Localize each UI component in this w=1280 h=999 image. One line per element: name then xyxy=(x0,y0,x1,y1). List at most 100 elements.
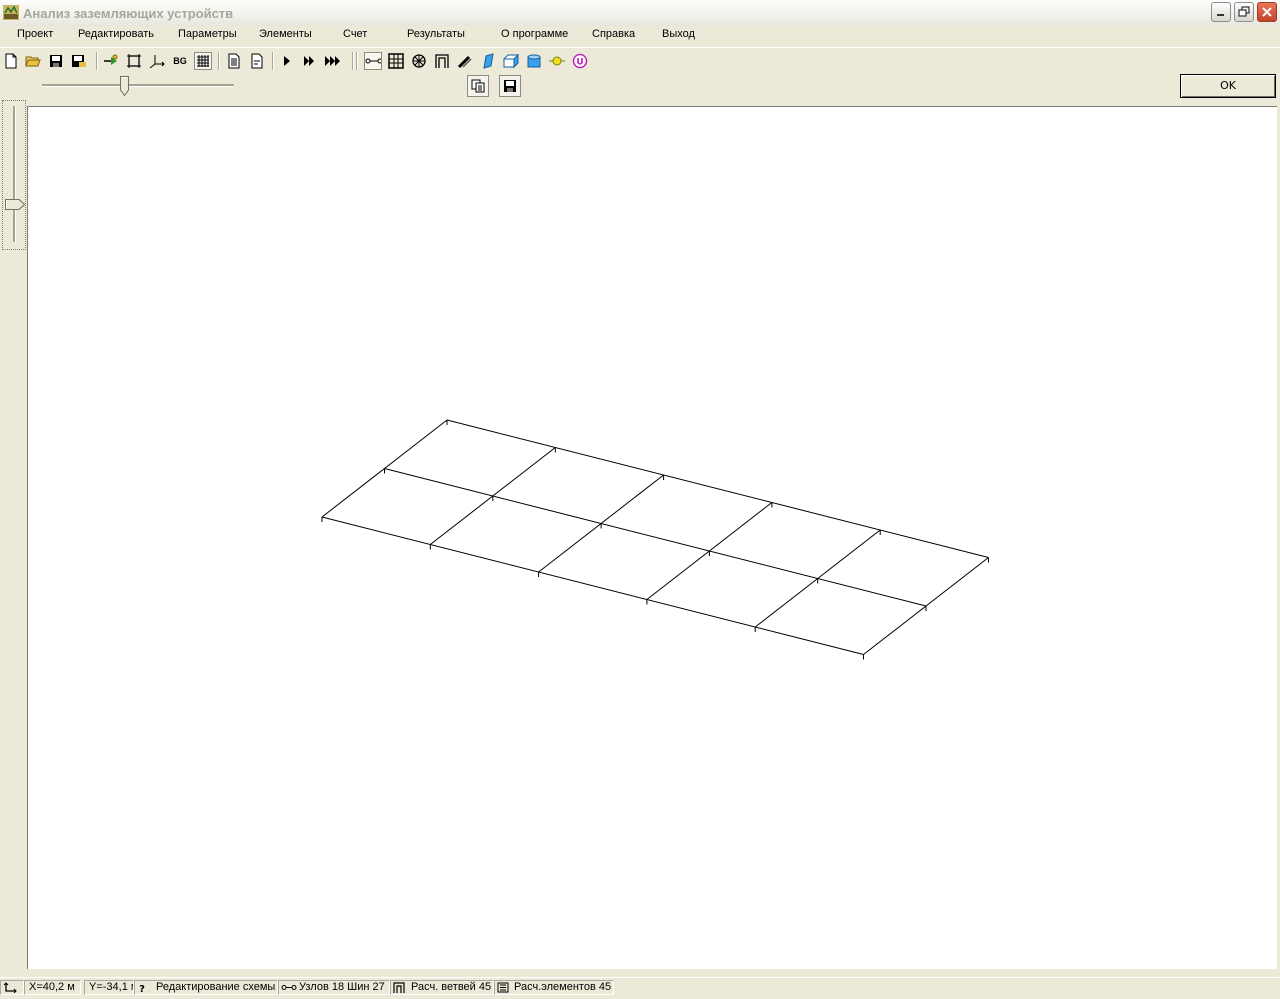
source-icon xyxy=(549,56,565,66)
status-bar: X=40,2 м Y=-34,1 м ? Редактирование схем… xyxy=(0,977,1280,999)
document-button[interactable] xyxy=(225,52,243,70)
portal-icon xyxy=(435,54,449,68)
save-button[interactable] xyxy=(47,52,65,70)
document-icon xyxy=(228,53,240,69)
menu-calculate[interactable]: Счет xyxy=(341,28,369,40)
zoom-slider-thumb[interactable] xyxy=(120,76,129,96)
open-folder-icon xyxy=(25,56,41,67)
grid-icon xyxy=(197,55,209,67)
menu-project[interactable]: Проект xyxy=(15,28,55,40)
mesh-button[interactable] xyxy=(387,52,405,70)
grid-conductor[interactable] xyxy=(384,468,927,607)
grid-conductor[interactable] xyxy=(446,419,989,558)
frame-icon xyxy=(127,54,141,68)
rod-icon xyxy=(457,55,472,69)
title-bar: Анализ заземляющих устройств xyxy=(0,0,1280,27)
view-controls-bar xyxy=(0,74,1280,102)
y-coordinate-text: Y=-34,1 м xyxy=(89,981,134,993)
node-link-button[interactable] xyxy=(364,52,382,70)
grid-button[interactable] xyxy=(194,52,212,70)
ok-button[interactable]: OK xyxy=(1180,74,1276,98)
source-button[interactable] xyxy=(548,52,566,70)
add-node-icon xyxy=(104,54,118,65)
window-title: Анализ заземляющих устройств xyxy=(23,6,234,21)
document-edit-icon xyxy=(251,53,263,69)
open-button[interactable] xyxy=(24,52,42,70)
x-coordinate-text: X=40,2 м xyxy=(29,981,75,993)
save-as-icon xyxy=(72,55,86,67)
add-node-button[interactable] xyxy=(102,52,120,70)
save-icon xyxy=(504,80,516,92)
app-icon xyxy=(3,5,19,20)
new-file-icon xyxy=(5,53,17,69)
copy-button[interactable] xyxy=(467,75,489,97)
run-fast-button[interactable] xyxy=(301,52,319,70)
menu-about[interactable]: О программе xyxy=(499,28,570,40)
toolbar-separator xyxy=(352,52,354,70)
new-file-button[interactable] xyxy=(2,52,20,70)
snowflake-button[interactable] xyxy=(410,52,428,70)
run-icon xyxy=(284,56,290,66)
voltage-button[interactable]: U xyxy=(571,52,589,70)
node-link-icon xyxy=(281,985,297,990)
rod-button[interactable] xyxy=(456,52,474,70)
frame-button[interactable] xyxy=(125,52,143,70)
document-edit-button[interactable] xyxy=(248,52,266,70)
run-all-icon xyxy=(325,56,340,66)
elements-text: Расч.элементов 45 xyxy=(514,981,612,993)
bg-button[interactable]: BG xyxy=(171,52,189,70)
run-fast-icon xyxy=(304,56,314,66)
box-button[interactable] xyxy=(502,52,520,70)
restore-button[interactable] xyxy=(1234,2,1254,22)
svg-text:?: ? xyxy=(139,984,145,993)
menu-exit[interactable]: Выход xyxy=(660,28,697,40)
status-elements: Расч.элементов 45 xyxy=(494,980,614,995)
grid-conductor[interactable] xyxy=(321,516,864,655)
portal-button[interactable] xyxy=(433,52,451,70)
status-mode: ? Редактирование схемы xyxy=(134,980,278,995)
axes-button[interactable] xyxy=(148,52,166,70)
menu-elements[interactable]: Элементы xyxy=(257,28,314,40)
axes-icon xyxy=(149,55,165,69)
status-x-coordinate: X=40,2 м xyxy=(24,980,81,995)
cylinder-icon xyxy=(527,54,541,68)
minimize-button[interactable] xyxy=(1211,2,1231,22)
voltage-icon: U xyxy=(572,53,588,69)
box-icon xyxy=(503,53,519,69)
run-button[interactable] xyxy=(278,52,296,70)
zoom-slider-track[interactable] xyxy=(42,84,234,87)
save-as-button[interactable] xyxy=(70,52,88,70)
branches-text: Расч. ветвей 45 xyxy=(411,981,492,993)
menu-edit[interactable]: Редактировать xyxy=(76,28,156,40)
copy-icon xyxy=(471,79,485,93)
status-y-coordinate: Y=-34,1 м xyxy=(84,980,134,995)
menu-results[interactable]: Результаты xyxy=(405,28,467,40)
plane-button[interactable] xyxy=(479,52,497,70)
mesh-icon xyxy=(388,53,404,69)
menu-help[interactable]: Справка xyxy=(590,28,637,40)
help-icon: ? xyxy=(139,984,145,993)
svg-text:U: U xyxy=(576,58,583,68)
plane-icon xyxy=(483,53,494,69)
portal-icon xyxy=(393,982,405,993)
rotation-slider-track[interactable] xyxy=(13,106,16,242)
save-image-button[interactable] xyxy=(499,75,521,97)
cylinder-button[interactable] xyxy=(525,52,543,70)
grounding-grid-drawing[interactable] xyxy=(28,107,1277,969)
coordinates-icon xyxy=(3,982,17,993)
menu-parameters[interactable]: Параметры xyxy=(176,28,239,40)
snowflake-icon xyxy=(412,54,426,68)
minimize-icon xyxy=(1217,14,1224,16)
nodes-text: Узлов 18 Шин 27 xyxy=(299,981,385,993)
toolbar-separator xyxy=(272,52,274,70)
status-branches: Расч. ветвей 45 xyxy=(390,980,494,995)
toolbar-separator xyxy=(218,52,220,70)
rotation-slider-thumb[interactable] xyxy=(5,199,25,210)
close-button[interactable] xyxy=(1257,2,1277,22)
node-link-icon xyxy=(365,58,381,64)
toolbar: BG U xyxy=(0,47,1280,75)
bg-icon: BG xyxy=(173,56,187,66)
drawing-canvas[interactable] xyxy=(27,106,1277,969)
run-all-button[interactable] xyxy=(324,52,342,70)
status-nodes: Узлов 18 Шин 27 xyxy=(278,980,390,995)
